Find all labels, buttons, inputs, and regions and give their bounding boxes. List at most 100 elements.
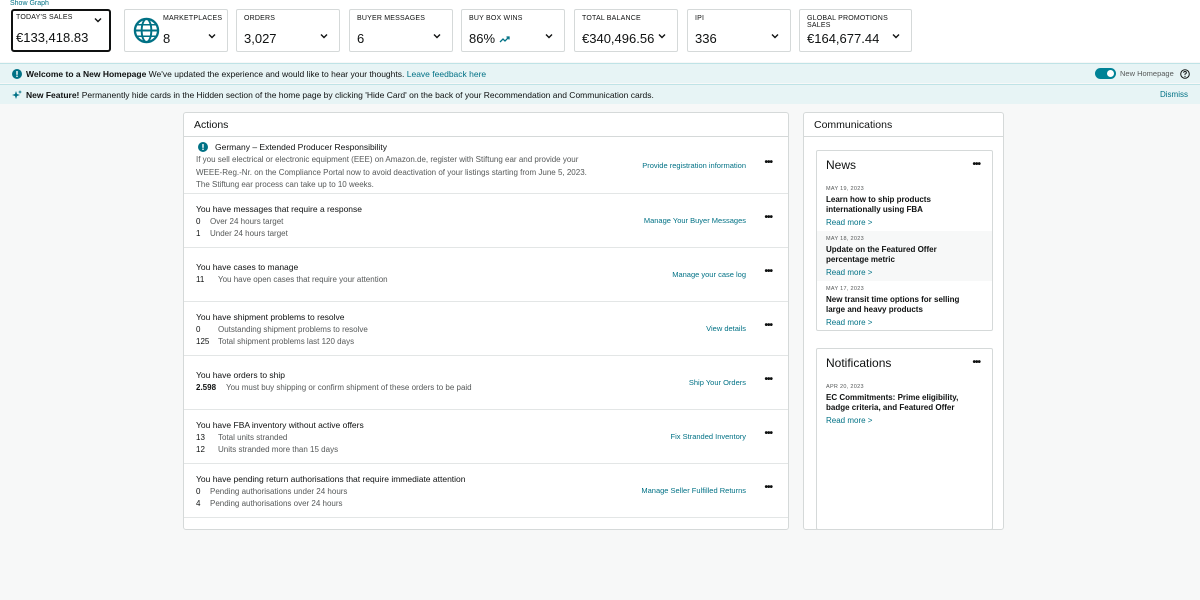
news-item: MAY 17, 2023 New transit time options fo… <box>817 281 992 331</box>
metric-label: GLOBAL PROMOTIONS SALES <box>807 15 888 29</box>
chevron-down-icon <box>771 34 779 39</box>
manage-buyer-messages-link[interactable]: Manage Your Buyer Messages <box>644 216 746 225</box>
metric-orders[interactable]: ORDERS 3,027 <box>236 9 340 52</box>
welcome-text: Welcome to a New Homepage We've updated … <box>26 69 486 79</box>
help-icon[interactable] <box>1180 69 1190 79</box>
trend-up-icon <box>499 36 510 43</box>
row-line: 0 Pending authorisations under 24 hours <box>196 487 348 496</box>
toggle-label: New Homepage <box>1120 69 1174 78</box>
row-line: 12 Units stranded more than 15 days <box>196 445 339 454</box>
more-options-icon[interactable]: ••• <box>764 320 772 331</box>
metric-value: €164,677.44 <box>807 31 880 46</box>
chevron-down-icon <box>320 34 328 39</box>
metric-ipi[interactable]: IPI 336 <box>687 9 791 52</box>
news-item: MAY 19, 2023 Learn how to ship products … <box>817 181 992 231</box>
row-line: 11 You have open cases that require your … <box>196 275 388 284</box>
notifications-card: Notifications ••• APR 20, 2023 EC Commit… <box>816 348 993 530</box>
chevron-down-icon <box>94 18 102 23</box>
metric-value: €340,496.56 <box>582 31 655 46</box>
metric-label: BUY BOX WINS <box>469 15 523 22</box>
metric-total-balance[interactable]: TOTAL BALANCE €340,496.56 <box>574 9 678 52</box>
row-title: You have shipment problems to resolve <box>196 312 345 322</box>
divider <box>804 136 1003 137</box>
communications-panel: Communications News ••• MAY 19, 2023 Lea… <box>803 112 1004 530</box>
new-feature-banner: New Feature! Permanently hide cards in t… <box>0 84 1200 104</box>
metric-label: MARKETPLACES <box>163 15 223 22</box>
metric-label: IPI <box>695 15 705 22</box>
view-details-link[interactable]: View details <box>706 324 746 333</box>
news-item: MAY 18, 2023 Update on the Featured Offe… <box>817 231 992 281</box>
dismiss-link[interactable]: Dismiss <box>1160 90 1188 99</box>
news-headline[interactable]: Update on the Featured Offer percentage … <box>826 245 976 265</box>
welcome-message: We've updated the experience and would l… <box>148 69 405 79</box>
feature-text: New Feature! Permanently hide cards in t… <box>26 90 654 100</box>
metric-value: 336 <box>695 31 717 46</box>
actions-panel: Actions Germany – Extended Producer Resp… <box>183 112 789 530</box>
provide-registration-link[interactable]: Provide registration information <box>642 161 746 170</box>
row-line: 0 Over 24 hours target <box>196 217 284 226</box>
more-options-icon[interactable]: ••• <box>764 266 772 277</box>
more-options-icon[interactable]: ••• <box>972 159 980 170</box>
action-row-fba-inventory: You have FBA inventory without active of… <box>184 410 788 464</box>
info-icon <box>12 69 22 79</box>
communications-title: Communications <box>814 119 893 131</box>
read-more-link[interactable]: Read more > <box>826 218 872 227</box>
read-more-link[interactable]: Read more > <box>826 318 872 327</box>
feature-title: New Feature! <box>26 90 80 100</box>
buy-box-value: 86% <box>469 31 496 46</box>
metric-marketplaces[interactable]: MARKETPLACES 8 <box>124 9 228 52</box>
metric-buyer-messages[interactable]: BUYER MESSAGES 6 <box>349 9 453 52</box>
row-title: You have FBA inventory without active of… <box>196 420 364 430</box>
more-options-icon[interactable]: ••• <box>764 482 772 493</box>
fix-stranded-inventory-link[interactable]: Fix Stranded Inventory <box>671 432 746 441</box>
row-line: 2.598 You must buy shipping or confirm sh… <box>196 383 472 392</box>
globe-icon <box>133 17 160 44</box>
row-title: You have pending return authorisations t… <box>196 474 466 484</box>
row-title: You have orders to ship <box>196 370 285 380</box>
manage-case-log-link[interactable]: Manage your case log <box>672 270 746 279</box>
metrics-bar: Show Graph TODAY'S SALES €133,418.83 MAR… <box>0 0 1200 62</box>
new-homepage-toggle[interactable] <box>1095 68 1116 79</box>
more-options-icon[interactable]: ••• <box>764 212 772 223</box>
more-options-icon[interactable]: ••• <box>764 374 772 385</box>
ship-your-orders-link[interactable]: Ship Your Orders <box>689 378 746 387</box>
notification-date: APR 20, 2023 <box>826 384 864 390</box>
notification-headline[interactable]: EC Commitments: Prime eligibility, badge… <box>826 393 976 413</box>
info-icon <box>198 142 208 152</box>
more-options-icon[interactable]: ••• <box>764 428 772 439</box>
metric-buy-box-wins[interactable]: BUY BOX WINS 86% <box>461 9 565 52</box>
action-row-returns: You have pending return authorisations t… <box>184 464 788 518</box>
alert-title: Germany – Extended Producer Responsibili… <box>215 142 387 152</box>
action-row-messages: You have messages that require a respons… <box>184 194 788 248</box>
metric-label: BUYER MESSAGES <box>357 15 426 22</box>
row-title: You have messages that require a respons… <box>196 204 363 214</box>
action-row-orders-to-ship: You have orders to ship 2.598 You must bu… <box>184 356 788 410</box>
news-headline[interactable]: Learn how to ship products international… <box>826 195 976 215</box>
actions-title: Actions <box>194 119 229 131</box>
news-headline[interactable]: New transit time options for selling lar… <box>826 295 976 315</box>
more-options-icon[interactable]: ••• <box>972 357 980 368</box>
notification-item: APR 20, 2023 EC Commitments: Prime eligi… <box>817 379 992 429</box>
news-card: News ••• MAY 19, 2023 Learn how to ship … <box>816 150 993 331</box>
manage-seller-fulfilled-returns-link[interactable]: Manage Seller Fulfilled Returns <box>641 486 746 495</box>
metric-value: 6 <box>357 31 365 46</box>
metric-todays-sales[interactable]: TODAY'S SALES €133,418.83 <box>11 9 111 52</box>
metric-label: ORDERS <box>244 15 276 22</box>
row-line: 1 Under 24 hours target <box>196 229 288 238</box>
chevron-down-icon <box>658 34 666 39</box>
show-graph-link[interactable]: Show Graph <box>10 0 49 7</box>
read-more-link[interactable]: Read more > <box>826 416 872 425</box>
welcome-banner: Welcome to a New Homepage We've updated … <box>0 63 1200 83</box>
metric-global-promotions-sales[interactable]: GLOBAL PROMOTIONS SALES €164,677.44 <box>799 9 912 52</box>
chevron-down-icon <box>892 34 900 39</box>
metric-value: 86% <box>469 31 511 46</box>
news-title: News <box>826 158 857 172</box>
read-more-link[interactable]: Read more > <box>826 268 872 277</box>
more-options-icon[interactable]: ••• <box>764 157 772 168</box>
chevron-down-icon <box>545 34 553 39</box>
notifications-title: Notifications <box>826 356 892 370</box>
row-line: 4 Pending authorisations over 24 hours <box>196 499 343 508</box>
row-title: You have cases to manage <box>196 262 299 272</box>
leave-feedback-link[interactable]: Leave feedback here <box>407 69 486 79</box>
chevron-down-icon <box>433 34 441 39</box>
